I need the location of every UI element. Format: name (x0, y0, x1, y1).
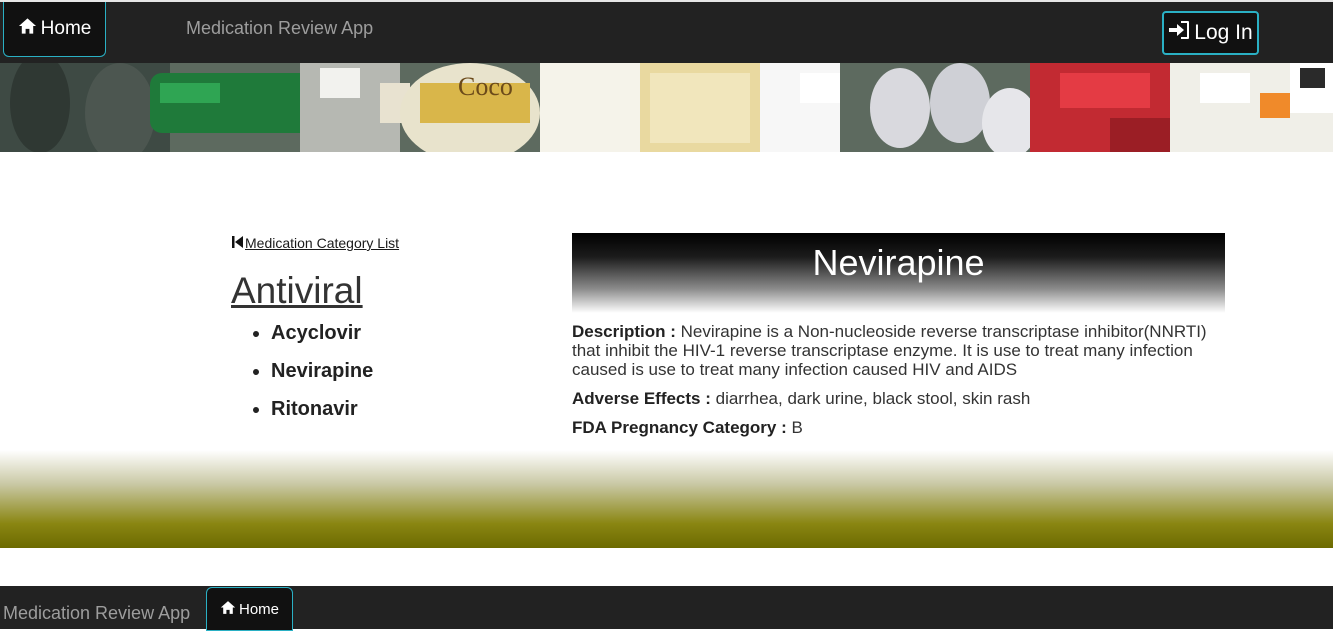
medication-item-acyclovir[interactable]: Acyclovir (271, 322, 373, 360)
login-button[interactable]: Log In (1162, 11, 1259, 55)
home-button-label: Home (40, 18, 92, 39)
login-button-label: Log In (1194, 21, 1253, 44)
footer-brand[interactable]: Medication Review App (3, 603, 190, 624)
medication-item-nevirapine[interactable]: Nevirapine (271, 360, 373, 398)
login-icon (1168, 20, 1194, 46)
top-navbar: Home Medication Review App Log In (0, 0, 1333, 63)
adverse-effects-label: Adverse Effects : (572, 389, 711, 408)
adverse-effects-paragraph: Adverse Effects : diarrhea, dark urine, … (572, 389, 1222, 408)
back-link-label: Medication Category List (245, 235, 400, 251)
footer-home-label: Home (238, 600, 279, 618)
footer-home-button[interactable]: Home (206, 587, 293, 631)
fda-category-label: FDA Pregnancy Category : (572, 418, 787, 437)
fda-category-paragraph: FDA Pregnancy Category : B (572, 418, 1222, 437)
svg-text:Coco: Coco (458, 72, 513, 101)
home-icon (18, 17, 41, 41)
header-banner-image: Coco (0, 63, 1333, 152)
category-title[interactable]: Antiviral (231, 270, 363, 312)
app-brand[interactable]: Medication Review App (186, 18, 373, 39)
medication-list: Acyclovir Nevirapine Ritonavir (231, 322, 373, 436)
skip-back-icon (232, 235, 243, 251)
medication-item-ritonavir[interactable]: Ritonavir (271, 398, 373, 436)
description-paragraph: Description : Nevirapine is a Non-nucleo… (572, 322, 1222, 379)
footer-navbar: Medication Review App Home (0, 586, 1333, 631)
fda-category-value: B (791, 418, 803, 437)
medication-name-header: Nevirapine (572, 233, 1225, 313)
decorative-gradient-band (0, 450, 1333, 548)
medication-details: Description : Nevirapine is a Non-nucleo… (572, 322, 1222, 447)
home-icon (220, 600, 239, 619)
description-label: Description : (572, 322, 676, 341)
adverse-effects-text: diarrhea, dark urine, black stool, skin … (715, 389, 1031, 408)
home-button[interactable]: Home (3, 2, 106, 57)
medication-category-list-link[interactable]: Medication Category List (232, 235, 399, 251)
